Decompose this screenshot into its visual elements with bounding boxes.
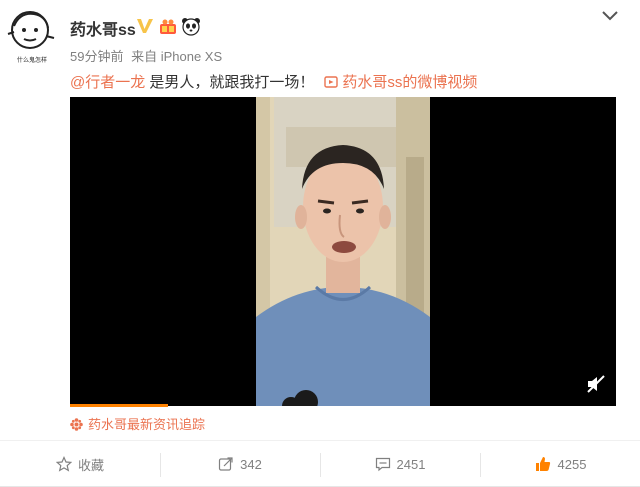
chevron-down-icon[interactable] xyxy=(601,10,619,22)
post-body: 是男人，就跟我打一场！ xyxy=(145,74,315,91)
video-player[interactable] xyxy=(70,97,616,406)
topic-label: 药水哥最新资讯追踪 xyxy=(88,417,206,432)
post-time[interactable]: 59分钟前 xyxy=(70,49,123,64)
video-link-label: 药水哥ss的微博视频 xyxy=(342,74,478,91)
post-meta: 59分钟前 来自 iPhone XS xyxy=(70,46,226,65)
topic-tag[interactable]: 药水哥最新资讯追踪 xyxy=(70,414,205,433)
post-source: 来自 iPhone XS xyxy=(131,49,223,64)
comment-count: 2451 xyxy=(396,456,426,472)
avatar[interactable]: 什么鬼怎样 xyxy=(6,8,58,66)
repost-icon xyxy=(219,457,233,471)
repost-button[interactable]: 342 xyxy=(160,441,320,487)
video-link-icon xyxy=(324,76,339,88)
video-link[interactable]: 药水哥ss的微博视频 xyxy=(324,74,477,91)
username[interactable]: 药水哥ss xyxy=(70,16,136,40)
video-progress-bar xyxy=(70,404,168,407)
topic-icon xyxy=(70,418,83,431)
avatar-caption: 什么鬼怎样 xyxy=(17,56,47,64)
panda-icon[interactable] xyxy=(181,17,201,36)
action-bar: 收藏 342 2451 4255 xyxy=(0,440,640,487)
like-count: 4255 xyxy=(557,456,587,472)
verified-v-icon xyxy=(137,19,153,33)
repost-count: 342 xyxy=(240,456,262,472)
mute-icon[interactable] xyxy=(586,375,606,393)
star-icon xyxy=(55,456,72,472)
video-frame xyxy=(256,97,430,406)
comment-icon xyxy=(375,457,390,472)
weibo-card: 什么鬼怎样 药水哥ss 59分钟前 来自 iPhone XS @行者一龙 是男人… xyxy=(0,0,640,487)
post-text: @行者一龙 是男人，就跟我打一场！ 药水哥ss的微博视频 xyxy=(70,71,477,92)
comment-button[interactable]: 2451 xyxy=(320,441,480,487)
favorite-button[interactable]: 收藏 xyxy=(0,441,160,487)
like-button[interactable]: 4255 xyxy=(480,441,640,487)
favorite-label: 收藏 xyxy=(77,457,104,473)
gift-icon[interactable] xyxy=(159,18,177,35)
like-icon xyxy=(535,457,550,471)
mention-link[interactable]: @行者一龙 xyxy=(70,74,145,91)
